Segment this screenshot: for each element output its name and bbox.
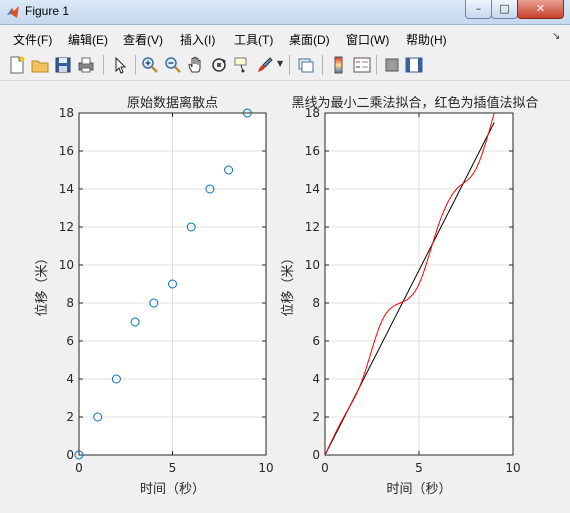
hide-plot-tools-icon[interactable] (382, 55, 402, 75)
y-tick-label: 8 (312, 296, 320, 310)
x-axis-label: 时间（秒） (386, 482, 451, 497)
y-tick-label: 14 (59, 182, 74, 196)
y-tick-label: 12 (59, 220, 74, 234)
y-tick-label: 4 (66, 372, 74, 386)
maximize-button[interactable]: □ (491, 0, 518, 19)
x-tick-label: 0 (321, 461, 329, 475)
y-tick-label: 12 (305, 220, 320, 234)
toolbar-separator (376, 55, 377, 75)
y-tick-label: 2 (66, 410, 74, 424)
menu-insert[interactable]: 插入(I) (180, 31, 215, 48)
y-tick-label: 0 (66, 448, 74, 462)
y-tick-label: 18 (59, 106, 74, 120)
minimize-button[interactable]: – (465, 0, 492, 19)
maximize-icon: □ (499, 2, 510, 15)
window-title: Figure 1 (25, 4, 70, 18)
y-tick-label: 10 (59, 258, 74, 272)
axes-title: 原始数据离散点 (127, 95, 218, 111)
menu-bar: 文件(F) 编辑(E) 查看(V) 插入(I) 工具(T) 桌面(D) 窗口(W… (0, 28, 570, 50)
close-button[interactable]: ✕ (517, 0, 564, 19)
legend-icon[interactable] (352, 55, 372, 75)
y-tick-label: 6 (66, 334, 74, 348)
menu-edit[interactable]: 编辑(E) (68, 31, 108, 48)
show-plot-tools-icon[interactable] (404, 55, 424, 75)
y-tick-label: 14 (305, 182, 320, 196)
y-tick-label: 8 (66, 296, 74, 310)
minimize-icon: – (475, 2, 482, 15)
figure-window: Figure 1 – □ ✕ 文件(F) 编辑(E) 查看(V) 插入(I) 工… (0, 0, 570, 509)
toolbar-separator (135, 55, 136, 75)
matlab-app-icon (7, 6, 19, 18)
save-icon[interactable] (53, 55, 73, 75)
print-icon[interactable] (76, 55, 96, 75)
menu-window[interactable]: 窗口(W) (346, 31, 389, 48)
zoom-out-icon[interactable] (163, 55, 183, 75)
x-tick-label: 10 (258, 461, 273, 475)
brush-icon[interactable] (255, 55, 275, 75)
data-cursor-icon[interactable] (232, 55, 252, 75)
close-icon: ✕ (535, 2, 546, 15)
figure-canvas[interactable]: 0 5 10 0 2 4 6 8 10 12 14 16 18 原始数据离散点 时间（秒） 位移（米） 051… (0, 81, 570, 509)
y-tick-label: 2 (312, 410, 320, 424)
x-tick-label: 0 (75, 461, 83, 475)
toolbar: ▼ (0, 50, 570, 81)
x-tick-label: 10 (505, 461, 520, 475)
y-tick-label: 6 (312, 334, 320, 348)
pan-hand-icon[interactable] (186, 55, 206, 75)
figure-svg: 0 5 10024681012141618原始数据离散点时间（秒）位移（米） 051… (35, 95, 539, 497)
pointer-icon[interactable] (110, 55, 130, 75)
y-tick-label: 16 (305, 144, 320, 158)
y-tick-label: 4 (312, 372, 320, 386)
menu-desktop[interactable]: 桌面(D) (289, 31, 330, 48)
zoom-in-icon[interactable] (140, 55, 160, 75)
rotate-3d-icon[interactable] (209, 55, 229, 75)
y-tick-label: 10 (305, 258, 320, 272)
y-axis-label: 位移（米） (281, 251, 296, 316)
x-tick-label: 5 (169, 461, 177, 475)
axes-title: 黑线为最小二乘法拟合，红色为插值法拟合 (291, 95, 538, 111)
open-file-icon[interactable] (30, 55, 50, 75)
new-figure-icon[interactable] (7, 55, 27, 75)
toolbar-separator (322, 55, 323, 75)
brush-dropdown-icon[interactable]: ▼ (277, 59, 283, 68)
colorbar-icon[interactable] (329, 55, 349, 75)
axes-scatter[interactable]: 0 5 10 0 2 4 6 8 10 12 14 16 18 原始数据离散点时间（秒） 位移（米） (35, 95, 274, 497)
toolbar-separator (103, 55, 104, 75)
toolbar-separator (289, 55, 290, 75)
x-tick-label: 5 (415, 461, 423, 475)
menu-tools[interactable]: 工具(T) (234, 31, 273, 48)
y-tick-label: 16 (59, 144, 74, 158)
link-plot-icon[interactable] (296, 55, 316, 75)
menu-dock-arrow-icon[interactable]: ↘ (552, 31, 560, 42)
y-tick-label: 0 (312, 448, 320, 462)
x-axis-label: 时间（秒） (140, 482, 205, 497)
y-axis-label: 位移（米） (35, 251, 50, 316)
menu-file[interactable]: 文件(F) (13, 31, 52, 48)
menu-help[interactable]: 帮助(H) (406, 31, 447, 48)
title-bar: Figure 1 – □ ✕ (0, 0, 570, 25)
menu-view[interactable]: 查看(V) (123, 31, 163, 48)
axes-fit[interactable]: 0 5 10024681012141618黑线为最小二乘法拟合，红色为插值法拟合时间… (281, 95, 539, 497)
